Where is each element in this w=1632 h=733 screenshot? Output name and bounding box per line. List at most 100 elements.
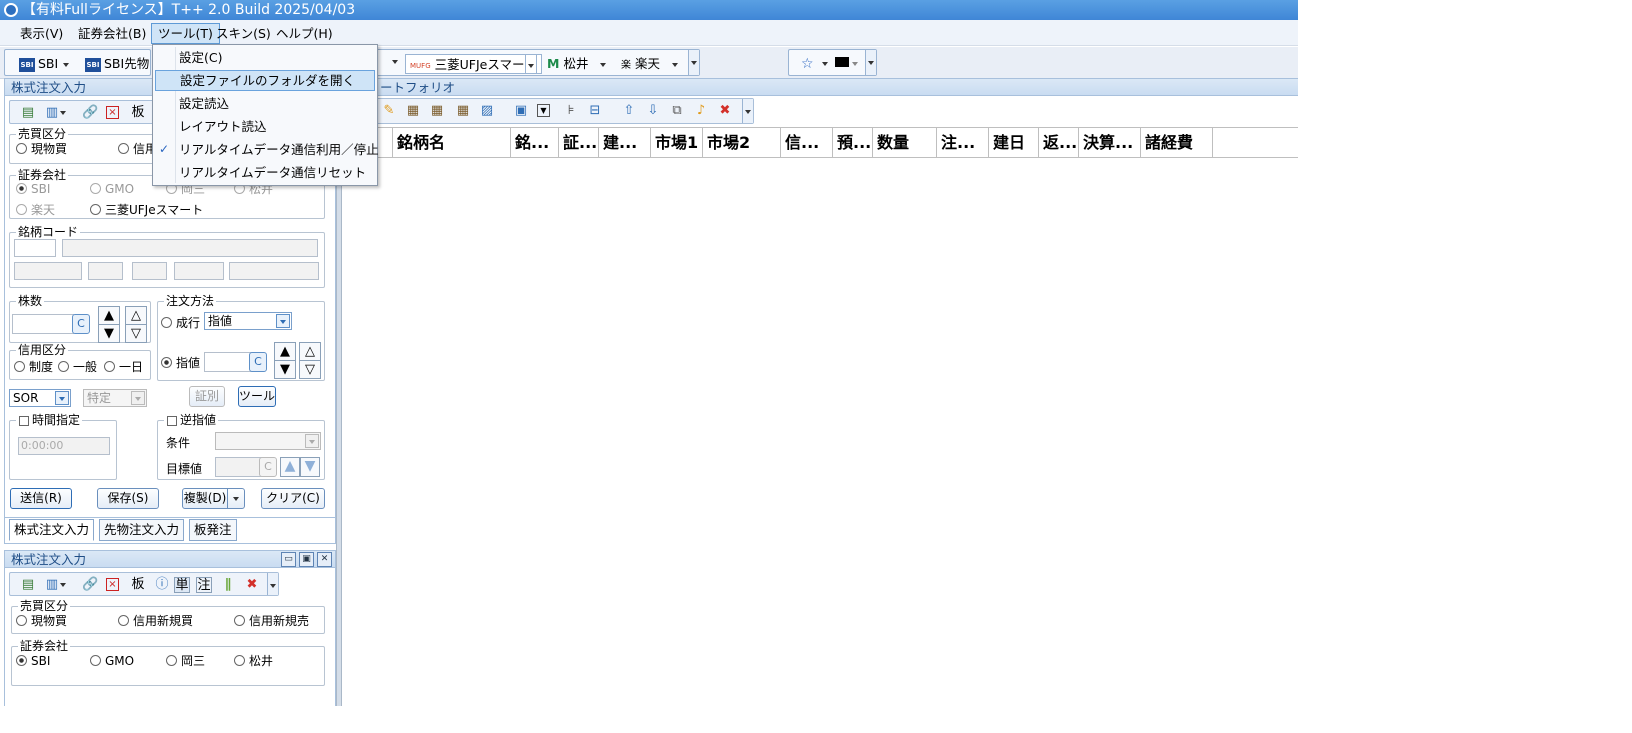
menu-skin[interactable]: スキン(S) — [210, 23, 277, 44]
move-down-icon[interactable]: ⇩ — [645, 103, 661, 119]
tools-menu-item[interactable]: レイアウト読込 — [155, 116, 375, 137]
column-header[interactable]: 証... — [559, 128, 599, 158]
shares-down-filled-button[interactable]: ▼ — [98, 324, 120, 343]
close-icon[interactable]: ✕ — [317, 552, 332, 567]
delete-icon[interactable]: ✖ — [717, 103, 733, 119]
broker-option-mufg[interactable]: 三菱UFJeスマート — [90, 203, 203, 217]
chart-icon[interactable]: ▨ — [479, 103, 495, 119]
move-up-icon[interactable]: ⇧ — [621, 103, 637, 119]
link-icon[interactable]: 🔗 — [82, 105, 98, 121]
shares-up-outline-button[interactable]: △ — [125, 306, 147, 325]
price-up-outline-button[interactable]: △ — [299, 342, 321, 361]
chevron-down-icon[interactable] — [60, 111, 66, 115]
link-icon[interactable]: 🔗 — [82, 577, 98, 593]
mufg-dropdown-button[interactable] — [525, 54, 537, 74]
save-template-icon[interactable]: ▥ — [44, 577, 60, 593]
chevron-down-icon[interactable] — [600, 62, 607, 67]
toolbar-overflow-button[interactable] — [742, 99, 753, 123]
tree-icon[interactable]: ⊧ — [563, 103, 579, 119]
tab-stock-order[interactable]: 株式注文入力 — [9, 519, 95, 541]
tools-menu-item[interactable]: 設定読込 — [155, 93, 375, 114]
tab-futures-order[interactable]: 先物注文入力 — [99, 519, 185, 541]
symbol-code-input[interactable] — [14, 239, 56, 257]
order-method-limit[interactable]: 指値 — [161, 356, 200, 370]
matsui-broker-button[interactable]: M 松井 — [547, 54, 607, 74]
tools-menu-item[interactable]: 設定(C) — [155, 47, 375, 68]
shares-clear-button[interactable]: C — [72, 314, 90, 334]
column-header[interactable]: 信... — [781, 128, 833, 158]
margin-option-seido[interactable]: 制度 — [14, 360, 53, 374]
copy-icon[interactable]: ⧉ — [669, 103, 685, 119]
column-header[interactable]: 建日 — [989, 128, 1039, 158]
shares-down-outline-button[interactable]: ▽ — [125, 324, 147, 343]
tool-button[interactable]: ツール — [238, 386, 276, 407]
send-button[interactable]: 送信(R) — [10, 488, 72, 509]
broker-option-rakuten[interactable]: 楽天 — [16, 203, 55, 217]
tools-menu-item[interactable]: ✓ リアルタイムデータ通信利用／停止 — [155, 139, 379, 160]
margin-option-ichinichi[interactable]: 一日 — [104, 360, 143, 374]
pause-icon[interactable]: ∥ — [220, 577, 236, 593]
tab-board-order[interactable]: 板発注 — [189, 519, 237, 541]
save-button[interactable]: 保存(S) — [97, 488, 159, 509]
column-header[interactable]: 返... — [1039, 128, 1079, 158]
limit-price-input[interactable] — [204, 352, 254, 372]
report-icon[interactable]: ▦ — [455, 103, 471, 119]
chevron-down-icon[interactable] — [672, 62, 679, 67]
star-icon[interactable]: ☆ — [801, 54, 814, 74]
price-up-filled-button[interactable]: ▲ — [274, 342, 296, 361]
column-header[interactable]: 預... — [833, 128, 873, 158]
side-option-spot-buy[interactable]: 現物買 — [16, 142, 67, 156]
fit-columns-icon[interactable]: ▣ — [513, 103, 529, 119]
tools-menu-item[interactable]: 設定ファイルのフォルダを開く — [155, 70, 375, 91]
mufg-broker-button[interactable]: MUFG 三菱UFJeスマート — [405, 54, 542, 74]
export-icon[interactable]: ▦ — [429, 103, 445, 119]
save-template-icon[interactable]: ▥ — [44, 105, 60, 121]
chevron-down-icon[interactable] — [60, 583, 66, 587]
column-header[interactable]: 建... — [599, 128, 651, 158]
new-document-icon[interactable]: ▤ — [20, 105, 36, 121]
broker-option-sbi-2[interactable]: SBI — [16, 654, 50, 668]
sbi-broker-button[interactable]: SBI SBI — [19, 54, 70, 74]
pin-icon[interactable]: ▣ — [299, 552, 314, 567]
clear-button[interactable]: クリア(C) — [261, 488, 325, 509]
route-select[interactable]: SOR — [9, 389, 71, 407]
bell-icon[interactable]: ♪ — [693, 103, 709, 119]
stop-order-checkbox[interactable] — [167, 416, 177, 426]
rakuten-broker-button[interactable]: 楽楽天 — [621, 54, 679, 74]
side-option-margin-buy-2[interactable]: 信用新規買 — [118, 614, 193, 628]
chevron-down-icon[interactable] — [276, 314, 290, 328]
shares-up-filled-button[interactable]: ▲ — [98, 306, 120, 325]
app-gear-icon[interactable] — [4, 3, 18, 17]
new-document-icon[interactable]: ▤ — [20, 577, 36, 593]
column-header[interactable]: 市場1 — [651, 128, 703, 158]
broker-option-gmo-2[interactable]: GMO — [90, 654, 134, 668]
menu-view[interactable]: 表示(V) — [14, 23, 69, 44]
order-method-market[interactable]: 成行 — [161, 316, 200, 330]
column-header[interactable]: 注... — [937, 128, 989, 158]
dropdown-box-icon[interactable]: ▼ — [537, 104, 550, 117]
market-type-select[interactable]: 指値 — [204, 312, 292, 330]
delete-icon[interactable]: ✖ — [244, 577, 260, 593]
column-header[interactable]: 銘柄名 — [393, 128, 511, 158]
close-box-icon[interactable]: × — [106, 106, 119, 119]
side-option-spot-buy-2[interactable]: 現物買 — [16, 614, 67, 628]
broker-option-matsui-2[interactable]: 松井 — [234, 654, 273, 668]
time-spec-checkbox[interactable] — [19, 416, 29, 426]
restore-window-icon[interactable]: ▭ — [281, 552, 296, 567]
side-option-margin-sell-2[interactable]: 信用新規売 — [234, 614, 309, 628]
chevron-down-icon[interactable] — [392, 60, 398, 64]
shares-input[interactable] — [12, 314, 74, 334]
ita-button[interactable]: 板 — [130, 577, 146, 593]
chevron-down-icon[interactable] — [822, 62, 828, 66]
menu-broker[interactable]: 証券会社(B) — [72, 23, 152, 44]
split-icon[interactable]: ⊟ — [587, 103, 603, 119]
price-down-filled-button[interactable]: ▼ — [274, 360, 296, 379]
copy-button[interactable]: 複製(D) — [182, 488, 228, 509]
column-header[interactable]: 銘... — [511, 128, 559, 158]
column-header[interactable]: 決算... — [1079, 128, 1141, 158]
broker-option-okasan-2[interactable]: 岡三 — [166, 654, 205, 668]
broker-option-sbi[interactable]: SBI — [16, 182, 50, 196]
edit-icon[interactable]: ✎ — [381, 103, 397, 119]
tan-button[interactable]: 単 — [174, 577, 190, 593]
column-header[interactable]: 数量 — [873, 128, 937, 158]
